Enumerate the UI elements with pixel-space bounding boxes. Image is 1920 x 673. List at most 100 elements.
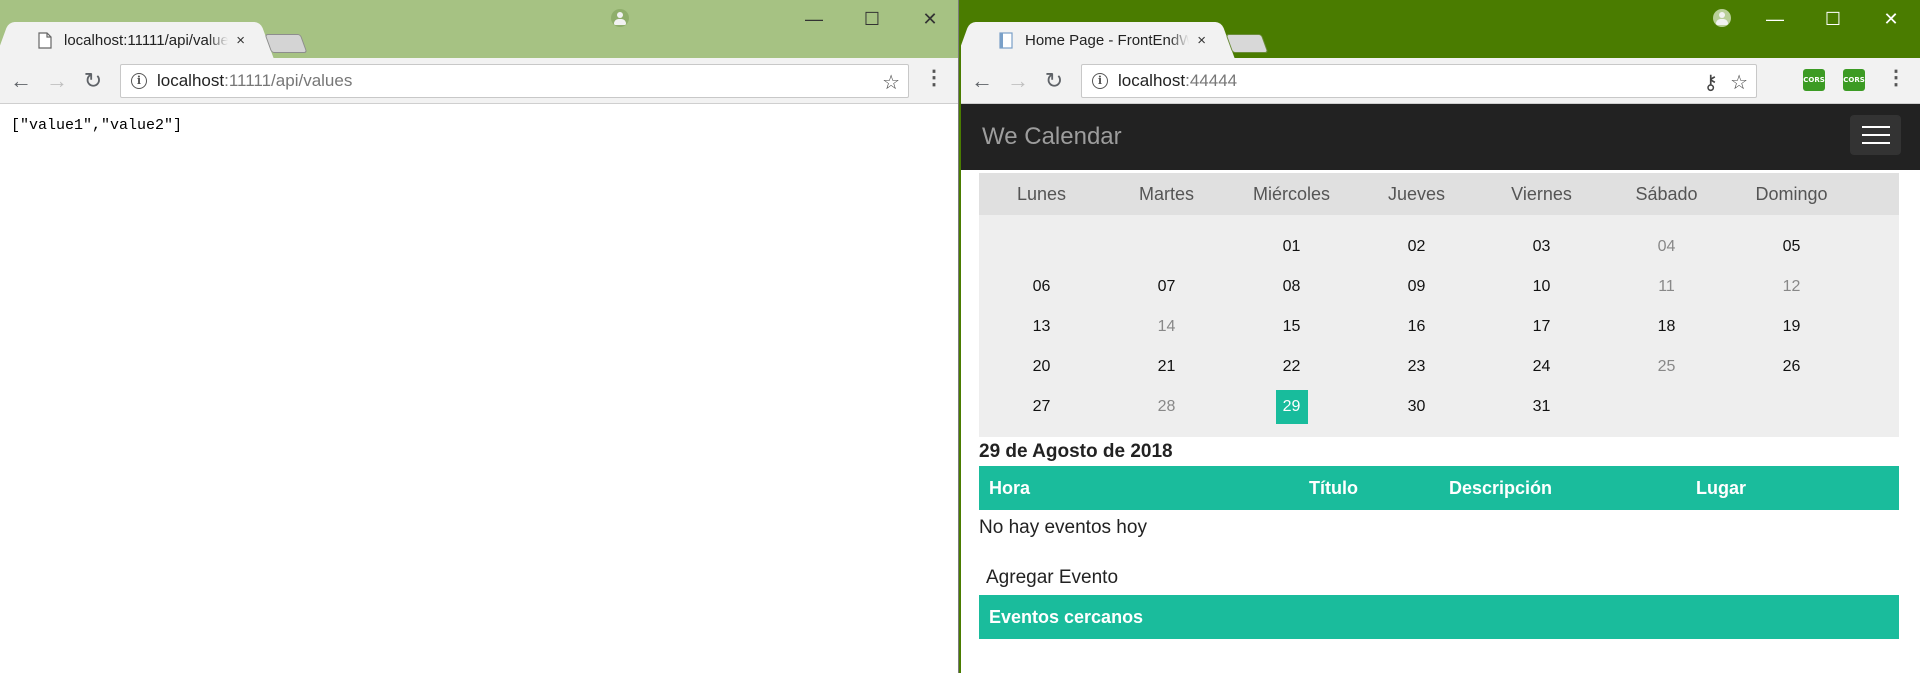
- calendar-day[interactable]: 03: [1479, 238, 1604, 256]
- calendar-day[interactable]: 25: [1604, 358, 1729, 376]
- title-bar: Home Page - FrontEndWeb × — ☐ ✕: [961, 0, 1920, 58]
- calendar-week-row: 20 21 22 23 24 25 26: [979, 347, 1899, 387]
- calendar-day[interactable]: 17: [1479, 318, 1604, 336]
- column-header-hora: Hora: [989, 477, 1031, 498]
- app-brand[interactable]: We Calendar: [982, 123, 1122, 151]
- browser-menu-icon[interactable]: ⋮: [1886, 68, 1906, 88]
- hamburger-menu-button[interactable]: [1850, 115, 1901, 155]
- calendar-day[interactable]: 24: [1479, 358, 1604, 376]
- calendar-day[interactable]: 13: [979, 318, 1104, 336]
- calendar-day[interactable]: 21: [1104, 358, 1229, 376]
- close-window-icon[interactable]: ✕: [901, 0, 958, 38]
- new-tab-button[interactable]: [1225, 34, 1269, 53]
- calendar-day[interactable]: 18: [1604, 318, 1729, 336]
- page-favicon-icon: [999, 31, 1013, 49]
- column-header-lugar: Lugar: [1696, 477, 1747, 498]
- left-browser-window: localhost:11111/api/values × — ☐ ✕ ← → ↻…: [0, 0, 959, 673]
- calendar-week-row: 13 14 15 16 17 18 19: [979, 307, 1899, 347]
- tab-title: Home Page - FrontEndWeb: [1025, 31, 1189, 49]
- url-text: localhost:11111/api/values: [157, 71, 353, 90]
- calendar-day[interactable]: 31: [1479, 398, 1604, 416]
- weekday-label: Lunes: [1016, 183, 1067, 204]
- password-key-icon[interactable]: ⚷: [1703, 70, 1718, 95]
- url-text: localhost:44444: [1118, 71, 1238, 90]
- calendar-day[interactable]: 23: [1354, 358, 1479, 376]
- calendar-day[interactable]: 02: [1354, 238, 1479, 256]
- right-browser-window: Home Page - FrontEndWeb × — ☐ ✕ ← → ↻ i …: [959, 0, 1920, 673]
- maximize-icon[interactable]: ☐: [843, 0, 901, 38]
- calendar-day[interactable]: 30: [1354, 398, 1479, 416]
- minimize-icon[interactable]: —: [785, 0, 843, 38]
- web-page: We Calendar Lunes Martes Miércoles Jueves Vi…: [961, 104, 1920, 673]
- calendar-day[interactable]: 19: [1729, 318, 1854, 336]
- calendar-day[interactable]: 11: [1604, 278, 1729, 296]
- calendar-day[interactable]: 06: [979, 278, 1104, 296]
- calendar-day[interactable]: 07: [1104, 278, 1229, 296]
- calendar-day[interactable]: 09: [1354, 278, 1479, 296]
- weekday-label: Miércoles: [1252, 183, 1331, 204]
- calendar-day[interactable]: 08: [1229, 278, 1354, 296]
- minimize-icon[interactable]: —: [1746, 0, 1804, 38]
- selected-day-highlight[interactable]: 29: [1275, 390, 1308, 424]
- calendar-day[interactable]: 04: [1604, 238, 1729, 256]
- browser-toolbar: ← → ↻ i localhost:44444 ⚷ ☆ CORS CORS ⋮: [961, 58, 1920, 104]
- events-table-header: Hora Título Descripción Lugar: [979, 466, 1899, 510]
- address-bar[interactable]: i localhost:44444 ⚷ ☆: [1081, 64, 1757, 98]
- maximize-icon[interactable]: ☐: [1804, 0, 1862, 38]
- forward-icon[interactable]: →: [1003, 66, 1033, 96]
- calendar-day[interactable]: 12: [1729, 278, 1854, 296]
- column-header-descripcion: Descripción: [1449, 477, 1553, 498]
- calendar-day[interactable]: 29: [1229, 390, 1354, 424]
- tab-close-icon[interactable]: ×: [1197, 33, 1206, 48]
- calendar-day[interactable]: 14: [1104, 318, 1229, 336]
- hamburger-icon-bar: [1861, 126, 1890, 128]
- profile-icon[interactable]: [611, 9, 629, 27]
- back-icon[interactable]: ←: [6, 66, 36, 96]
- weekday-label: Domingo: [1755, 183, 1828, 204]
- address-bar[interactable]: i localhost:11111/api/values ☆: [120, 64, 909, 98]
- browser-menu-icon[interactable]: ⋮: [924, 68, 944, 88]
- calendar-day[interactable]: 15: [1229, 318, 1354, 336]
- calendar-week-row: 01 02 03 04 05: [979, 227, 1899, 267]
- bookmark-star-icon[interactable]: ☆: [1730, 70, 1748, 95]
- bookmark-star-icon[interactable]: ☆: [882, 70, 900, 95]
- info-icon[interactable]: i: [131, 73, 147, 89]
- reload-icon[interactable]: ↻: [1039, 66, 1069, 96]
- hamburger-icon-bar: [1861, 134, 1890, 136]
- calendar-day[interactable]: 27: [979, 398, 1104, 416]
- selected-date-title: 29 de Agosto de 2018: [979, 441, 1173, 462]
- add-event-link[interactable]: Agregar Evento: [986, 567, 1920, 589]
- window-controls: — ☐ ✕: [785, 0, 958, 38]
- calendar-day[interactable]: 20: [979, 358, 1104, 376]
- hamburger-icon-bar: [1861, 142, 1890, 144]
- title-bar: localhost:11111/api/values × — ☐ ✕: [0, 0, 958, 58]
- calendar-day[interactable]: 28: [1104, 398, 1229, 416]
- calendar-week-row: 06 07 08 09 10 11 12: [979, 267, 1899, 307]
- cors-extension-icon[interactable]: CORS: [1803, 69, 1825, 91]
- info-icon[interactable]: i: [1092, 73, 1108, 89]
- reload-icon[interactable]: ↻: [78, 66, 108, 96]
- json-response: ["value1","value2"]: [11, 117, 183, 134]
- weekday-label: Viernes: [1511, 183, 1572, 204]
- cors-extension-icon[interactable]: CORS: [1843, 69, 1865, 91]
- forward-icon[interactable]: →: [42, 66, 72, 96]
- upcoming-events-header: Eventos cercanos: [979, 595, 1899, 639]
- weekday-label: Martes: [1138, 183, 1194, 204]
- calendar-day[interactable]: 22: [1229, 358, 1354, 376]
- calendar-day[interactable]: 01: [1229, 238, 1354, 256]
- tab-api-values[interactable]: localhost:11111/api/values ×: [12, 22, 257, 58]
- calendar-day[interactable]: 16: [1354, 318, 1479, 336]
- calendar-day[interactable]: 05: [1729, 238, 1854, 256]
- close-window-icon[interactable]: ✕: [1862, 0, 1920, 38]
- back-icon[interactable]: ←: [967, 66, 997, 96]
- weekday-label: Jueves: [1387, 183, 1446, 204]
- tab-home-page[interactable]: Home Page - FrontEndWeb ×: [973, 22, 1218, 58]
- profile-icon[interactable]: [1713, 9, 1731, 27]
- window-controls: — ☐ ✕: [1746, 0, 1920, 38]
- no-events-message: No hay eventos hoy: [979, 517, 1147, 538]
- calendar-day[interactable]: 26: [1729, 358, 1854, 376]
- weekday-label: Sábado: [1635, 183, 1698, 204]
- calendar-day[interactable]: 10: [1479, 278, 1604, 296]
- tab-close-icon[interactable]: ×: [236, 33, 245, 48]
- new-tab-button[interactable]: [264, 34, 308, 53]
